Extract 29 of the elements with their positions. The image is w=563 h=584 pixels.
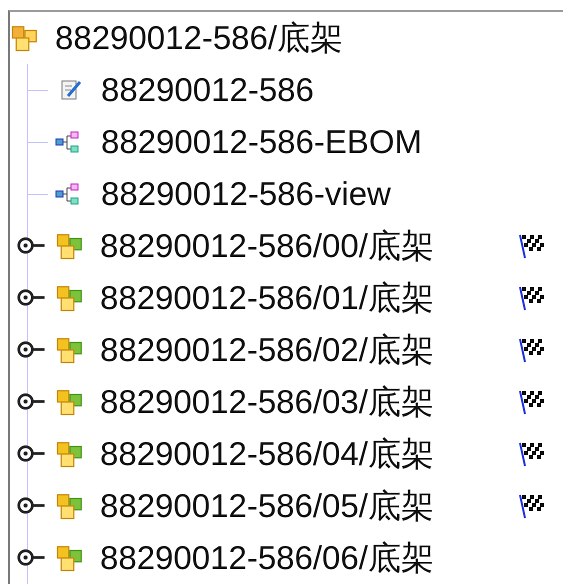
tree-item[interactable]: 88290012-586/06/底架	[10, 532, 563, 584]
expand-icon[interactable]	[16, 236, 46, 255]
structure-icon	[55, 131, 81, 153]
tree-item[interactable]: 88290012-586/01/底架	[10, 272, 563, 324]
cubes-icon	[55, 543, 85, 573]
cubes-icon	[55, 387, 85, 417]
tree-item[interactable]: 88290012-586/03/底架	[10, 376, 563, 428]
cubes-icon	[10, 23, 40, 53]
structure-icon	[55, 183, 81, 205]
tree-item[interactable]: 88290012-586/00/底架	[10, 220, 563, 272]
expand-icon[interactable]	[16, 392, 46, 411]
document-edit-icon	[60, 79, 82, 101]
expand-icon[interactable]	[16, 288, 46, 307]
expand-icon[interactable]	[16, 496, 46, 515]
tree-item[interactable]: 88290012-586	[10, 64, 563, 116]
cubes-icon	[55, 231, 85, 261]
tree-item[interactable]: 88290012-586-view	[10, 168, 563, 220]
cubes-icon	[55, 335, 85, 365]
tree-item[interactable]: 88290012-586-EBOM	[10, 116, 563, 168]
tree-item[interactable]: 88290012-586/02/底架	[10, 324, 563, 376]
cubes-icon	[55, 439, 85, 469]
expand-icon[interactable]	[16, 444, 46, 463]
tree-item[interactable]: 88290012-586/底架	[10, 12, 563, 64]
tree-item[interactable]: 88290012-586/05/底架	[10, 480, 563, 532]
expand-icon[interactable]	[16, 548, 46, 567]
expand-icon[interactable]	[16, 340, 46, 359]
tree-item[interactable]: 88290012-586/04/底架	[10, 428, 563, 480]
cubes-icon	[55, 491, 85, 521]
cubes-icon	[55, 283, 85, 313]
